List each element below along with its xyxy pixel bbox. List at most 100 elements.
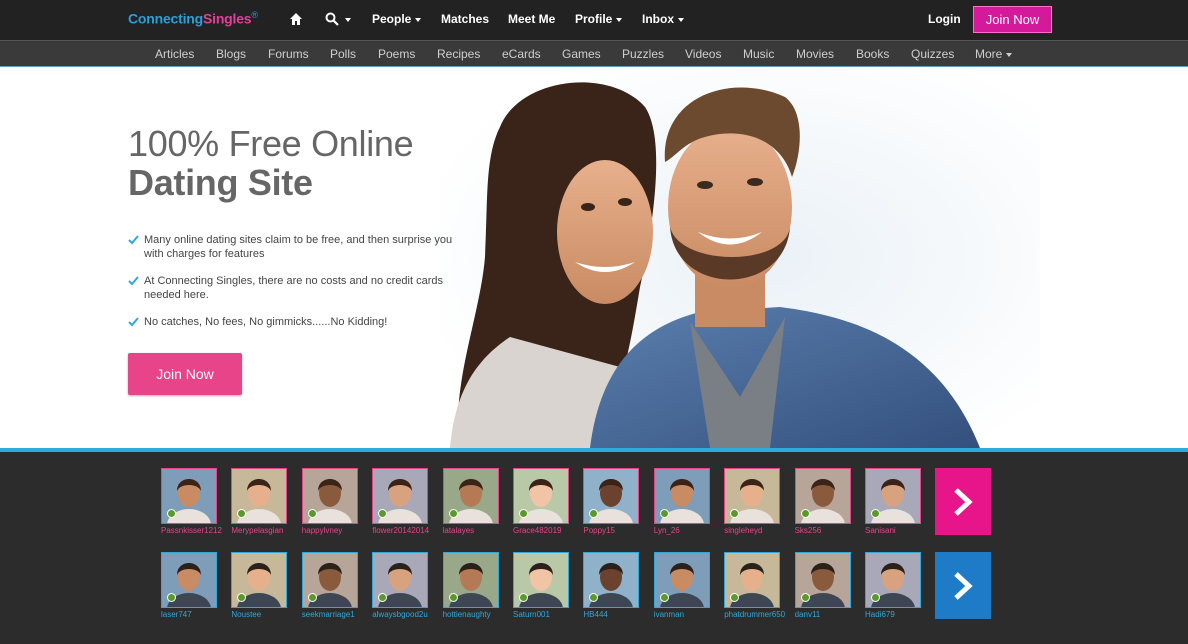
member-card[interactable]: latalayes [442, 468, 499, 535]
online-status-icon [167, 593, 176, 602]
online-status-icon [519, 509, 528, 518]
online-status-icon [448, 509, 458, 518]
next-male-button[interactable] [935, 552, 991, 619]
members-strip: Passnkisser1212 Merypelasgian happylvney fl… [0, 448, 1188, 644]
member-username[interactable]: Saturn001 [513, 610, 550, 619]
member-card[interactable]: flower20142014 [372, 468, 429, 535]
chevron-down-icon [616, 17, 623, 22]
join-now-button-top[interactable]: Join Now [973, 6, 1052, 33]
chevron-down-icon[interactable] [345, 18, 351, 22]
member-card[interactable]: hottienaughty [442, 552, 499, 619]
member-username[interactable]: Grace482019 [513, 526, 561, 535]
member-username[interactable]: ivanman [654, 610, 684, 619]
subnav-videos[interactable]: Videos [685, 47, 721, 61]
member-username[interactable]: Sks256 [795, 526, 822, 535]
login-link[interactable]: Login [928, 12, 961, 26]
subnav-puzzles[interactable]: Puzzles [622, 47, 664, 61]
member-username[interactable]: hottienaughty [443, 610, 491, 619]
member-username[interactable]: flower20142014 [372, 526, 429, 535]
member-card[interactable]: phatdrummer650 [724, 552, 785, 619]
hero-title-line2: Dating Site [128, 162, 313, 203]
member-username[interactable]: Hadi679 [865, 610, 895, 619]
member-username[interactable]: laser747 [161, 610, 192, 619]
nav-inbox[interactable]: Inbox [642, 12, 684, 26]
member-card[interactable]: singleheyd [724, 468, 781, 535]
member-username[interactable]: happylvney [302, 526, 342, 535]
home-icon[interactable] [289, 12, 303, 26]
member-card[interactable]: Sks256 [794, 468, 851, 535]
member-username[interactable]: Sanisani [865, 526, 896, 535]
member-card[interactable]: Noustee [231, 552, 288, 619]
member-card[interactable]: happylvney [301, 468, 358, 535]
member-card[interactable]: ivanman [653, 552, 710, 619]
subnav-poems[interactable]: Poems [378, 47, 415, 61]
nav-matches[interactable]: Matches [441, 12, 489, 26]
feature-item: Many online dating sites claim to be fre… [128, 233, 468, 261]
chevron-right-icon [954, 487, 973, 516]
subnav-books[interactable]: Books [856, 47, 889, 61]
subnav-movies[interactable]: Movies [796, 47, 834, 61]
checkmark-icon [128, 276, 139, 286]
nav-profile[interactable]: Profile [575, 12, 623, 26]
member-card[interactable]: Passnkisser1212 [161, 468, 222, 535]
member-username[interactable]: danv11 [795, 610, 821, 619]
member-username[interactable]: alwaysbgood2u [372, 610, 428, 619]
member-username[interactable]: singleheyd [724, 526, 762, 535]
member-username[interactable]: Passnkisser1212 [161, 526, 222, 535]
top-navbar: ConnectingSingles® People Matches Meet M… [0, 0, 1188, 40]
online-status-icon [519, 593, 528, 602]
subnav-polls[interactable]: Polls [330, 47, 356, 61]
member-card[interactable]: Lyn_26 [653, 468, 710, 535]
hero-section: 100% Free Online Dating Site Many online… [0, 67, 1188, 448]
chevron-down-icon [678, 17, 684, 22]
subnav-more[interactable]: More [975, 47, 1013, 61]
subnav-music[interactable]: Music [743, 47, 774, 61]
subnav-blogs[interactable]: Blogs [216, 47, 246, 61]
next-female-button[interactable] [935, 468, 991, 535]
online-status-icon [448, 593, 458, 602]
join-now-button-hero[interactable]: Join Now [128, 353, 242, 395]
hero-title-line1: 100% Free Online [128, 123, 414, 164]
member-card[interactable]: laser747 [161, 552, 217, 619]
member-card[interactable]: danv11 [794, 552, 851, 619]
chevron-down-icon [1006, 52, 1013, 57]
member-card[interactable]: Poppy15 [583, 468, 640, 535]
search-icon[interactable] [325, 12, 339, 26]
member-username[interactable]: HB444 [583, 610, 607, 619]
member-card[interactable]: Hadi679 [865, 552, 921, 619]
member-card[interactable]: Merypelasgian [231, 468, 288, 535]
member-card[interactable]: Sanisani [865, 468, 921, 535]
nav-meet-me[interactable]: Meet Me [508, 12, 555, 26]
member-card[interactable]: HB444 [583, 552, 640, 619]
member-card[interactable]: alwaysbgood2u [372, 552, 429, 619]
member-username[interactable]: Poppy15 [583, 526, 615, 535]
chevron-down-icon [415, 17, 422, 22]
member-username[interactable]: Lyn_26 [654, 526, 680, 535]
member-card[interactable]: Grace482019 [513, 468, 569, 535]
online-status-icon [659, 509, 669, 518]
subnav-articles[interactable]: Articles [155, 47, 194, 61]
feature-item: At Connecting Singles, there are no cost… [128, 274, 468, 302]
member-username[interactable]: seekmarriage1 [302, 610, 355, 619]
subnav-games[interactable]: Games [562, 47, 601, 61]
site-logo[interactable]: ConnectingSingles® [128, 10, 258, 27]
online-status-icon [659, 593, 669, 602]
subnav-forums[interactable]: Forums [268, 47, 309, 61]
subnav-quizzes[interactable]: Quizzes [911, 47, 954, 61]
feature-item: No catches, No fees, No gimmicks......No… [128, 315, 468, 329]
subnav-ecards[interactable]: eCards [502, 47, 541, 61]
subnav-recipes[interactable]: Recipes [437, 47, 480, 61]
member-card[interactable]: seekmarriage1 [301, 552, 358, 619]
member-card[interactable]: Saturn001 [513, 552, 569, 619]
online-status-icon [800, 593, 810, 602]
checkmark-icon [128, 235, 139, 245]
nav-people[interactable]: People [372, 12, 422, 26]
online-status-icon [871, 509, 880, 518]
chevron-right-icon [954, 571, 973, 600]
member-username[interactable]: Noustee [231, 610, 261, 619]
member-username[interactable]: latalayes [443, 526, 475, 535]
member-username[interactable]: Merypelasgian [231, 526, 283, 535]
online-status-icon [307, 593, 317, 602]
online-status-icon [167, 509, 176, 518]
member-username[interactable]: phatdrummer650 [724, 610, 785, 619]
